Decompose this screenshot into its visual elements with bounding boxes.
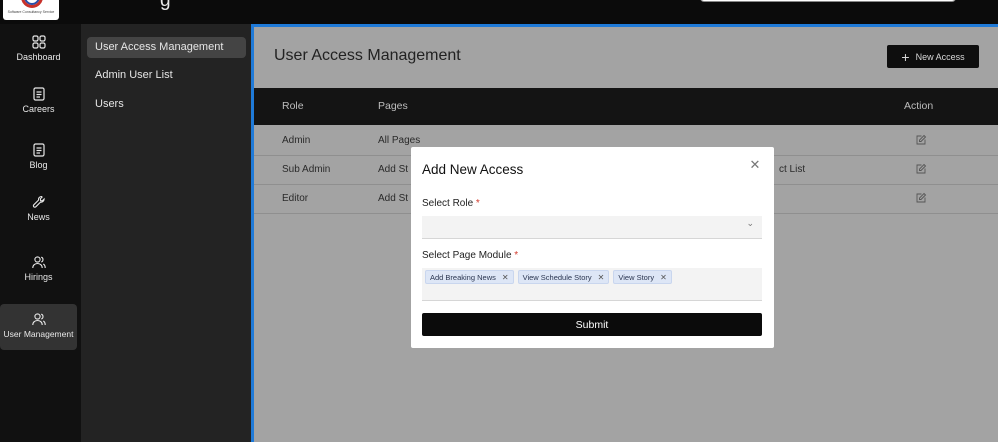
select-role-label-text: Select Role — [422, 198, 474, 209]
rail-item-blog[interactable]: Blog — [0, 142, 77, 190]
rail-label-hirings: Hirings — [24, 272, 53, 282]
pages-cell: All Pages — [378, 135, 421, 146]
logo-text: Software Consultancy Service — [7, 10, 55, 14]
required-marker: * — [475, 198, 480, 209]
column-role: Role — [282, 100, 304, 112]
new-access-button[interactable]: + New Access — [887, 45, 979, 68]
role-cell: Editor — [282, 193, 309, 204]
grid-icon — [31, 35, 46, 49]
new-access-label: New Access — [915, 51, 965, 62]
rail-label-dashboard: Dashboard — [16, 52, 61, 62]
module-tag-label: View Story — [618, 272, 655, 282]
document-icon — [32, 143, 45, 157]
pages-cell: Add St — [378, 164, 409, 175]
users-icon — [31, 313, 46, 326]
sub-item-user-access-management[interactable]: User Access Management — [87, 37, 246, 58]
required-marker: * — [514, 250, 519, 261]
close-icon[interactable]: ✕ — [748, 159, 762, 173]
rail-label-user-management: User Management — [3, 329, 74, 339]
left-rail: Dashboard Careers Blog News Hirings User… — [0, 24, 81, 442]
edit-icon[interactable] — [915, 134, 927, 146]
brand-logo[interactable]: Software Consultancy Service — [3, 0, 59, 20]
role-select[interactable]: ⌄ — [422, 216, 762, 239]
remove-tag-icon[interactable]: ✕ — [598, 273, 605, 282]
role-cell: Sub Admin — [282, 164, 331, 175]
pages-cell: Add St — [378, 193, 409, 204]
edit-icon[interactable] — [915, 192, 927, 204]
rail-item-careers[interactable]: Careers — [0, 86, 77, 134]
sub-item-users[interactable]: Users — [87, 94, 246, 115]
module-tag: View Schedule Story ✕ — [517, 270, 610, 284]
module-tag: Add Breaking News ✕ — [425, 270, 514, 284]
edit-icon[interactable] — [915, 163, 927, 175]
select-role-label: Select Role * — [422, 198, 480, 209]
rail-label-blog: Blog — [29, 160, 48, 170]
rail-label-news: News — [27, 212, 50, 222]
header-title: g — [160, 0, 171, 11]
module-tag-label: Add Breaking News — [430, 272, 496, 282]
module-tag: View Story ✕ — [613, 270, 672, 284]
table-header: Role Pages Action — [254, 88, 998, 125]
submit-button[interactable]: Submit — [422, 313, 762, 336]
users-icon — [31, 256, 46, 269]
column-action: Action — [904, 100, 934, 112]
chevron-down-icon: ⌄ — [746, 219, 754, 229]
select-page-module-label-text: Select Page Module — [422, 250, 512, 261]
rail-item-news[interactable]: News — [0, 194, 77, 242]
top-bar: Software Consultancy Service g — [0, 0, 998, 24]
rail-item-user-management[interactable]: User Management — [0, 304, 77, 350]
rail-item-dashboard[interactable]: Dashboard — [0, 34, 77, 82]
add-access-modal: Add New Access ✕ Select Role * ⌄ Select … — [411, 147, 774, 348]
column-pages: Pages — [378, 100, 408, 112]
header-search-input[interactable] — [700, 0, 956, 2]
wrench-icon — [32, 195, 45, 208]
pages-cell-tail: ct List — [779, 164, 806, 175]
plus-icon: + — [901, 48, 910, 65]
select-page-module-label: Select Page Module * — [422, 250, 518, 261]
role-cell: Admin — [282, 135, 311, 146]
module-tag-label: View Schedule Story — [522, 272, 592, 282]
modal-title: Add New Access — [422, 162, 524, 177]
remove-tag-icon[interactable]: ✕ — [502, 273, 509, 282]
document-icon — [32, 87, 45, 101]
rail-item-hirings[interactable]: Hirings — [0, 254, 77, 302]
page-module-multiselect[interactable]: Add Breaking News ✕ View Schedule Story … — [422, 268, 762, 301]
logo-emblem — [21, 0, 43, 8]
page-title: User Access Management — [274, 47, 461, 64]
sub-item-admin-user-list[interactable]: Admin User List — [87, 65, 246, 86]
remove-tag-icon[interactable]: ✕ — [660, 273, 667, 282]
sub-sidebar: User Access Management Admin User List U… — [81, 24, 251, 442]
rail-label-careers: Careers — [22, 104, 55, 114]
